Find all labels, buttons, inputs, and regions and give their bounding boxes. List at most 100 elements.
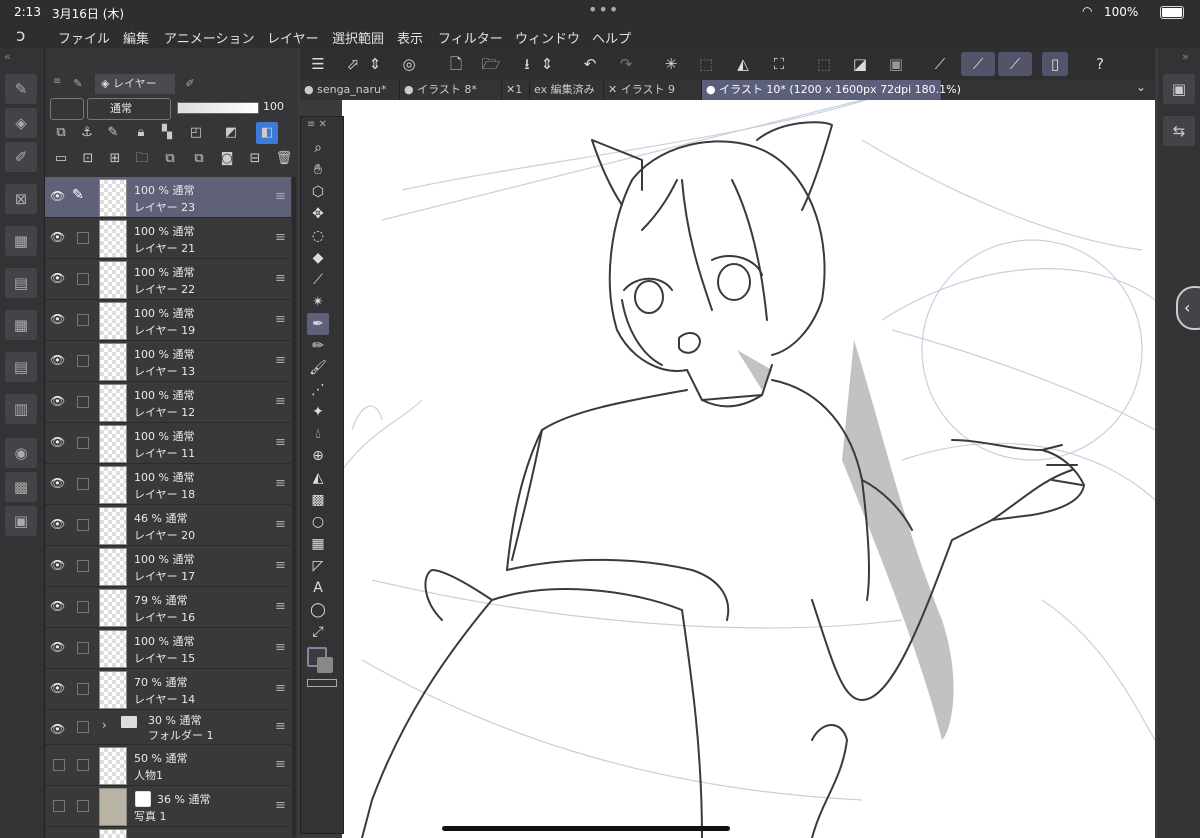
layer-row[interactable]: 50 % 通常 人物1 ≡ — [45, 745, 291, 786]
layer-select-checkbox[interactable] — [77, 642, 89, 654]
folder-row[interactable]: 👁︎ › 30 % 通常 フォルダー 1 ≡ — [45, 710, 291, 745]
close-panel-icon[interactable]: ⊠ — [5, 184, 37, 214]
expand-panel-handle-icon[interactable]: ‹ — [1176, 286, 1200, 330]
lock-icon[interactable]: 🔒︎ — [130, 122, 152, 144]
panel-grip-icon[interactable]: ≡ — [53, 76, 61, 87]
invert-selection-icon[interactable]: ◪ — [847, 52, 873, 76]
tab-document[interactable]: ✕1 — [502, 80, 530, 100]
layer-select-checkbox[interactable] — [77, 560, 89, 572]
opacity-slider[interactable] — [177, 102, 259, 114]
collapse-right-icon[interactable]: » — [1182, 50, 1189, 63]
fill-icon[interactable]: ◭ — [730, 52, 756, 76]
reference-layer-icon[interactable]: ⚓ — [76, 122, 98, 144]
menu-edit[interactable]: 編集 — [123, 28, 149, 47]
visibility-eye-icon[interactable]: 👁︎ — [50, 353, 65, 367]
tab-tool-property[interactable]: ✎ — [67, 74, 89, 94]
deselect-icon[interactable]: ⬚ — [811, 52, 837, 76]
pencil-icon[interactable]: ✏︎ — [307, 335, 329, 357]
menu-file[interactable]: ファイル — [58, 28, 110, 47]
tab-layer[interactable]: ◈ レイヤー — [95, 74, 175, 94]
layer-menu-icon[interactable]: ≡ — [275, 517, 286, 532]
navigator-icon[interactable]: ◉ — [5, 438, 37, 468]
material-panel-1-icon[interactable]: ▦ — [5, 226, 37, 256]
layer-row[interactable]: 👁︎ 100 % 通常 レイヤー 13 ≡ — [45, 341, 291, 382]
layer-select-checkbox[interactable] — [77, 314, 89, 326]
layer-row[interactable]: 👁︎ 46 % 通常 レイヤー 20 ≡ — [45, 505, 291, 546]
lock-transparency-icon[interactable]: ▚ — [156, 122, 178, 144]
tab-document[interactable]: ● イラスト 8* — [400, 80, 502, 100]
layer-row[interactable]: 👁︎ 79 % 通常 レイヤー 16 ≡ — [45, 587, 291, 628]
visibility-toggle[interactable] — [53, 800, 65, 812]
layer-row[interactable]: 👁︎ 100 % 通常 レイヤー 21 ≡ — [45, 218, 291, 259]
lasso-icon[interactable]: ◌ — [307, 225, 329, 247]
layer-color-icon[interactable]: ◧ — [256, 122, 278, 144]
layer-select-checkbox[interactable] — [77, 683, 89, 695]
app-logo-icon[interactable]: ↄ — [16, 26, 38, 46]
layer-menu-icon[interactable]: ≡ — [275, 353, 286, 368]
collapse-left-icon[interactable]: « — [4, 50, 11, 63]
figure-icon[interactable]: ○ — [307, 511, 329, 533]
text-icon[interactable]: A — [307, 577, 329, 599]
new-folder-icon[interactable]: 🗀︎ — [131, 148, 153, 170]
layer-select-checkbox[interactable] — [77, 232, 89, 244]
spiral-icon[interactable]: ◎ — [396, 52, 422, 76]
new-raster-layer-icon[interactable]: ▭ — [50, 148, 72, 170]
layer-scrollbar[interactable] — [292, 177, 296, 837]
layer-row[interactable]: 👁︎ 70 % 通常 レイヤー 14 ≡ — [45, 669, 291, 710]
loading-icon[interactable]: ✳ — [658, 52, 684, 76]
folder-expand-icon[interactable]: › — [102, 718, 107, 732]
drawing-canvas[interactable] — [342, 100, 1155, 838]
color-set-icon[interactable]: ▩ — [5, 472, 37, 502]
layer-menu-icon[interactable]: ≡ — [275, 558, 286, 573]
visibility-eye-icon[interactable]: 👁︎ — [50, 640, 65, 654]
delete-layer-icon[interactable]: 🗑︎ — [273, 148, 295, 170]
visibility-eye-icon[interactable]: 👁︎ — [50, 271, 65, 285]
layer-menu-icon[interactable]: ≡ — [275, 640, 286, 655]
layer-menu-icon[interactable]: ≡ — [275, 798, 286, 813]
layer-select-checkbox[interactable] — [77, 721, 89, 733]
open-folder-icon[interactable]: 🗁︎ — [478, 52, 504, 76]
layer-row[interactable]: 👁︎ 100 % 通常 レイヤー 19 ≡ — [45, 300, 291, 341]
show-selection-icon[interactable]: ▣ — [883, 52, 909, 76]
correct-line-icon[interactable]: ⤢ — [307, 621, 329, 643]
layer-select-checkbox[interactable] — [77, 800, 89, 812]
layer-property-icon[interactable]: ▣ — [5, 506, 37, 536]
layer-menu-icon[interactable]: ≡ — [275, 757, 286, 772]
visibility-toggle[interactable] — [53, 759, 65, 771]
undo-icon[interactable]: ↶ — [577, 52, 603, 76]
blend-color-selector[interactable] — [50, 98, 84, 120]
redo-icon[interactable]: ↷ — [613, 52, 639, 76]
zoom-icon[interactable]: ⌕ — [307, 137, 329, 159]
layer-select-checkbox[interactable] — [77, 396, 89, 408]
multitask-dots-icon[interactable]: ••• — [588, 0, 619, 19]
tab-document[interactable]: ex 編集済み — [530, 80, 604, 100]
layer-menu-icon[interactable]: ≡ — [275, 435, 286, 450]
visibility-eye-icon[interactable]: 👁︎ — [50, 435, 65, 449]
transparent-color-icon[interactable] — [307, 679, 337, 687]
swap-icon[interactable]: ⇆ — [1163, 116, 1195, 146]
layer-menu-icon[interactable]: ≡ — [275, 599, 286, 614]
layer-menu-icon[interactable]: ≡ — [275, 719, 286, 734]
visibility-eye-icon[interactable]: 👁︎ — [50, 394, 65, 408]
menu-window[interactable]: ウィンドウ — [515, 28, 580, 47]
new-layer-from-icon[interactable]: ⊞ — [104, 148, 126, 170]
save-icon[interactable]: ⭳ — [514, 52, 540, 76]
layer-row[interactable]: 👁︎ 100 % 通常 レイヤー 15 ≡ — [45, 628, 291, 669]
visibility-eye-icon[interactable]: 👁︎ — [50, 599, 65, 613]
blend-mode-select[interactable]: 通常 — [87, 98, 171, 120]
move-icon[interactable]: ✥ — [307, 203, 329, 225]
layer-row[interactable]: 👁︎ 100 % 通常 レイヤー 22 ≡ — [45, 259, 291, 300]
sub-tool-icon[interactable]: ✎ — [5, 74, 37, 104]
tab-document[interactable]: ✕ イラスト 9 — [604, 80, 702, 100]
new-canvas-icon[interactable]: 🗋︎ — [443, 52, 469, 76]
material-panel-2-icon[interactable]: ▤ — [5, 268, 37, 298]
layer-row[interactable] — [45, 827, 291, 838]
layer-menu-icon[interactable]: ≡ — [275, 230, 286, 245]
smartphone-icon[interactable]: ▯ — [1042, 52, 1068, 76]
gradient-icon[interactable]: ▩ — [307, 489, 329, 511]
tabs-dropdown-icon[interactable]: ⌄ — [1136, 80, 1146, 94]
snap-grid-icon[interactable]: ⟋ — [998, 52, 1032, 76]
menu-view[interactable]: 表示 — [397, 28, 423, 47]
palette-grip-icon[interactable]: ≡ ✕ — [307, 119, 327, 130]
menu-help[interactable]: ヘルプ — [592, 28, 631, 47]
